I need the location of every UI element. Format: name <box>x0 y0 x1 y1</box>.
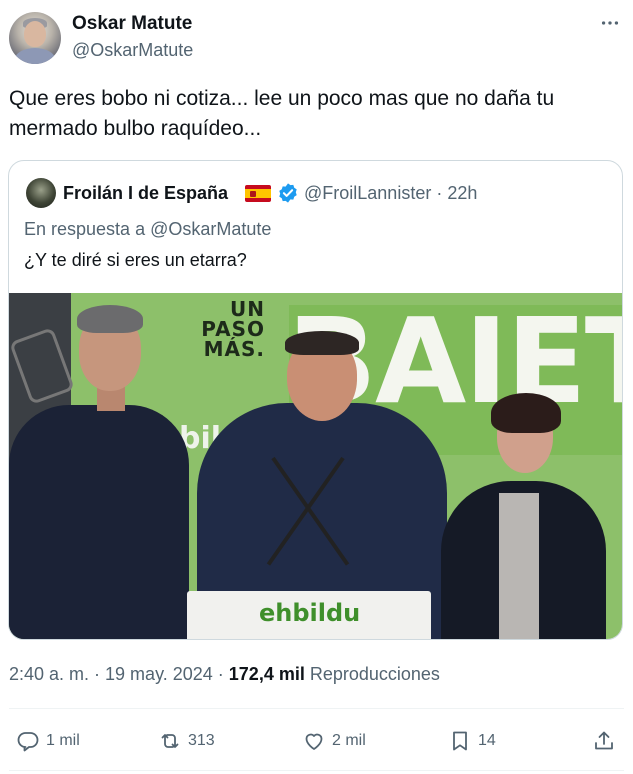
author-name[interactable]: Oskar Matute <box>72 13 192 35</box>
repost-button[interactable]: 313 <box>158 724 215 758</box>
reply-count: 1 mil <box>46 732 80 749</box>
repost-count: 313 <box>188 732 215 749</box>
quoted-avatar[interactable] <box>26 178 56 208</box>
repost-icon <box>161 734 179 748</box>
bookmark-count: 14 <box>478 732 496 749</box>
divider <box>9 708 624 709</box>
views-count: 172,4 mil <box>228 664 305 684</box>
quoted-author-name[interactable]: Froilán I de España <box>63 182 228 204</box>
author-avatar[interactable] <box>9 12 61 64</box>
bookmark-button[interactable]: 14 <box>448 724 496 758</box>
timestamp[interactable]: 2:40 a. m. · 19 may. 2024 · <box>9 664 229 684</box>
tweet-meta: 2:40 a. m. · 19 may. 2024 · 172,4 mil Re… <box>9 662 440 686</box>
tweet-text: Que eres bobo ni cotiza... lee un poco m… <box>9 87 555 140</box>
reply-icon <box>17 732 39 752</box>
reply-button[interactable]: 1 mil <box>16 724 80 758</box>
views-label: Reproducciones <box>304 664 440 684</box>
more-icon[interactable] <box>599 12 621 34</box>
share-icon <box>595 731 613 750</box>
banner-slogan-small: UN PASO MÁS. <box>201 297 265 361</box>
action-bar: 1 mil 313 2 mil 14 <box>0 724 633 758</box>
quoted-photo[interactable]: BAIETZ! UN PASO MÁS. bildu ehbildu <box>9 293 622 639</box>
quoted-text: ¿Y te diré si eres un etarra? <box>24 250 247 270</box>
reply-to-handle[interactable]: @OskarMatute <box>150 219 271 239</box>
bookmark-icon <box>453 731 467 751</box>
quoted-handle-time[interactable]: @FroilLannister · 22h <box>304 182 477 204</box>
like-button[interactable]: 2 mil <box>302 724 366 758</box>
bottom-divider <box>9 770 624 771</box>
author-handle[interactable]: @OskarMatute <box>72 39 193 61</box>
quoted-tweet[interactable]: Froilán I de España @FroilLannister · 22… <box>8 160 623 640</box>
reply-context: En respuesta a @OskarMatute <box>24 217 271 241</box>
share-button[interactable] <box>592 724 616 758</box>
verified-badge-icon <box>279 183 297 203</box>
like-count: 2 mil <box>332 732 366 749</box>
reply-prefix: En respuesta a <box>24 219 151 239</box>
spain-flag-icon <box>245 185 271 202</box>
podium-logo: ehbildu <box>259 599 361 627</box>
like-icon <box>305 733 323 750</box>
